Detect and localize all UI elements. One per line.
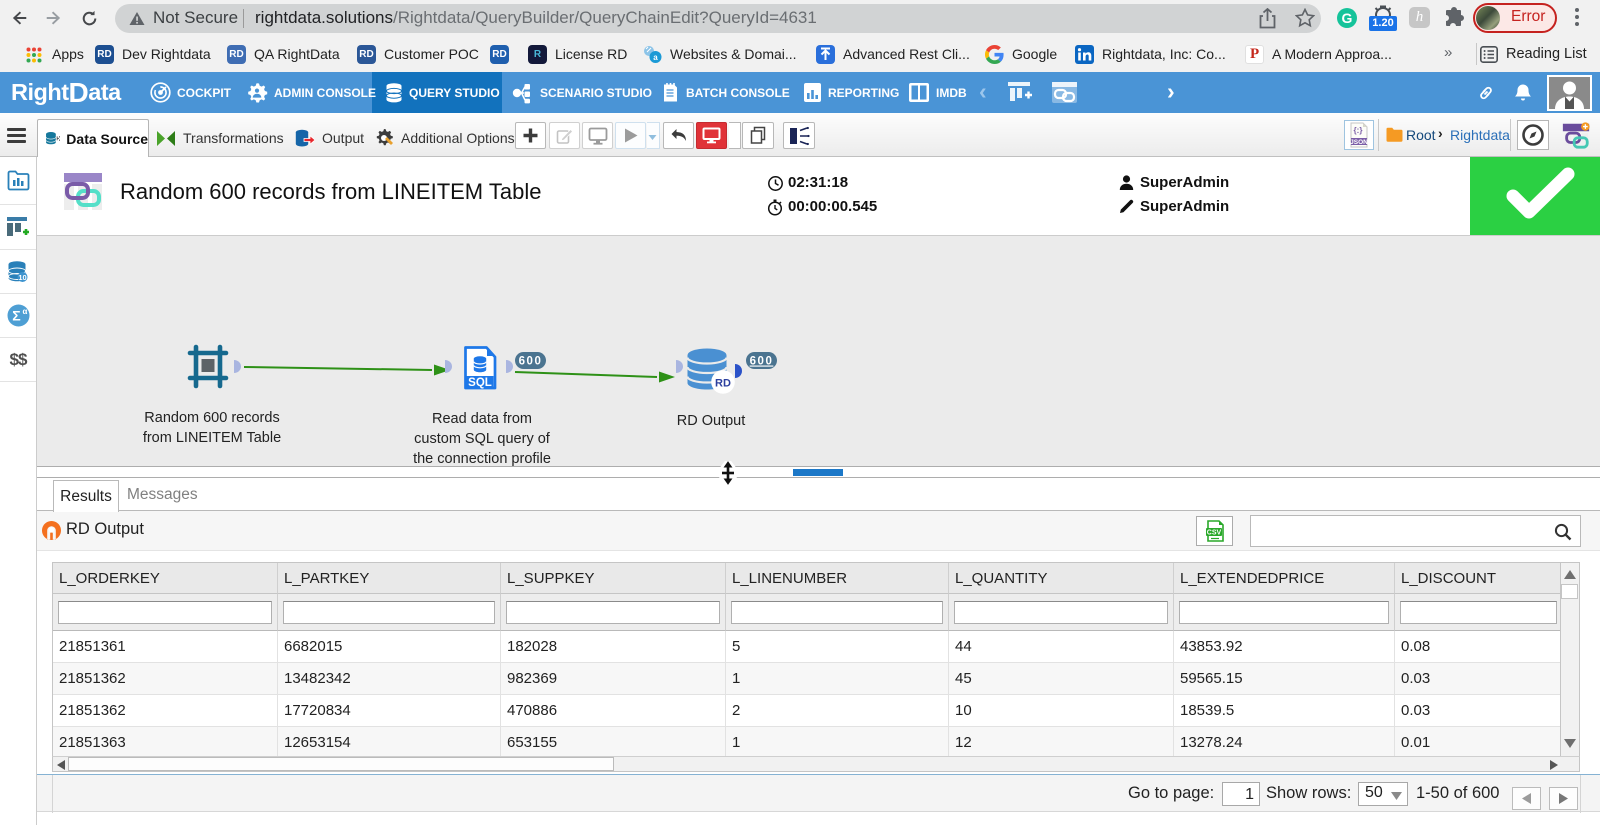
svg-text:SQL: SQL <box>468 377 492 389</box>
svg-text:JSON: JSON <box>1350 139 1368 146</box>
svg-text:600: 600 <box>519 356 543 368</box>
svg-text:10: 10 <box>18 272 26 281</box>
svg-text:Σ: Σ <box>12 308 20 324</box>
svg-text:CSV: CSV <box>1206 530 1221 537</box>
svg-text:600: 600 <box>750 356 774 368</box>
svg-text:RD: RD <box>715 378 731 390</box>
svg-text:a: a <box>653 53 658 62</box>
svg-text:{:}: {:} <box>1354 126 1363 135</box>
svg-text:α: α <box>22 307 27 316</box>
